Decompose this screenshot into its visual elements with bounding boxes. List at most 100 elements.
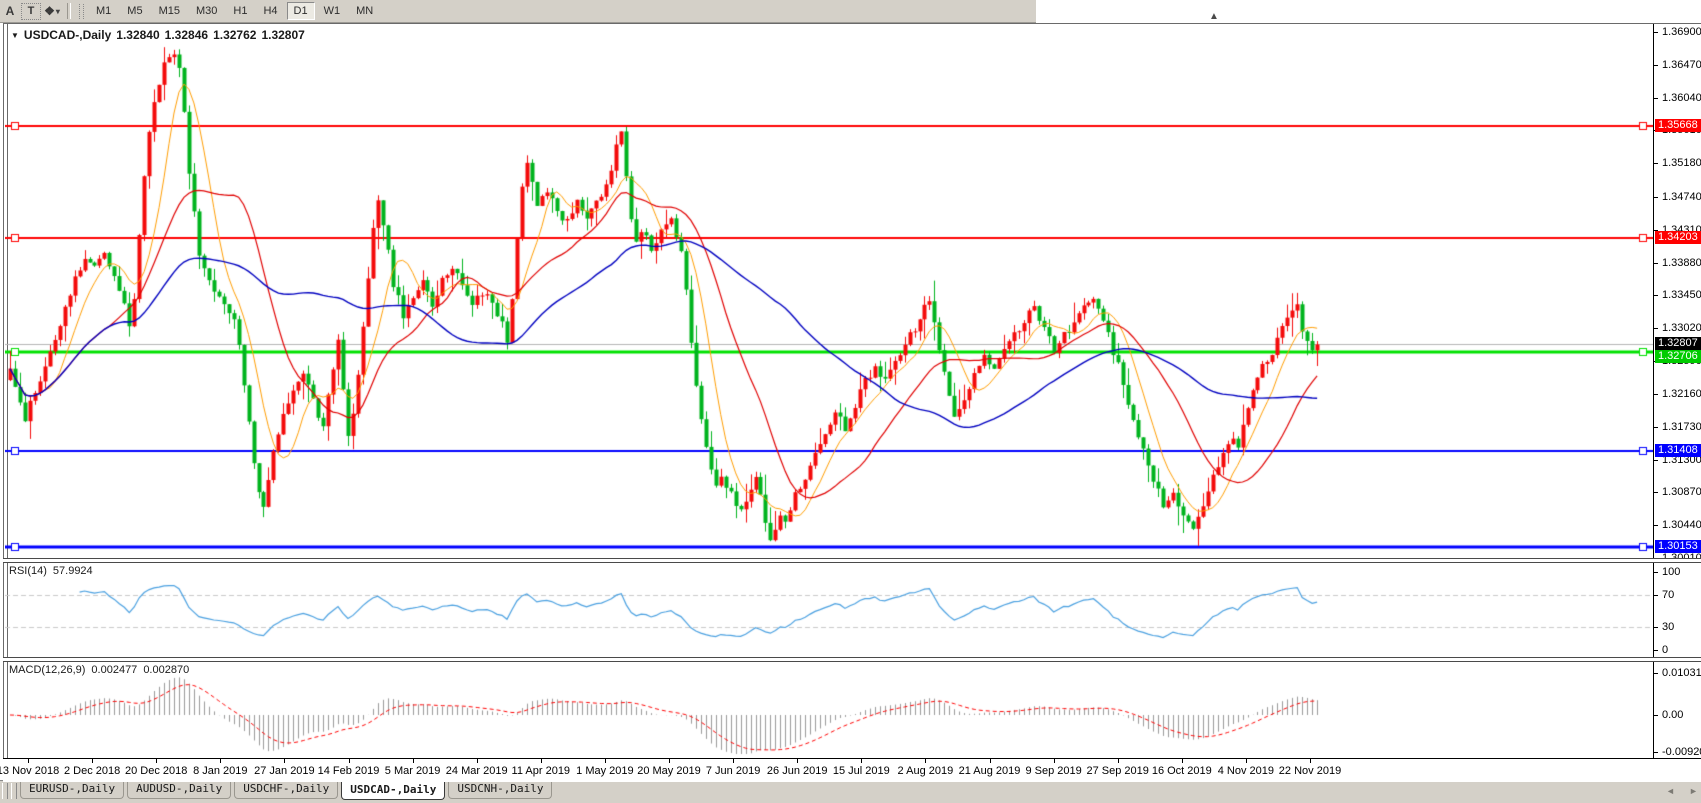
ohlc-close: 1.32807 [261,28,304,42]
chart-tab-bar: EURUSD-,DailyAUDUSD-,DailyUSDCHF-,DailyU… [0,780,1701,803]
tabs-holder: EURUSD-,DailyAUDUSD-,DailyUSDCHF-,DailyU… [20,781,555,800]
price-label-box: 1.32706 [1655,350,1701,363]
price-label-box: 1.34203 [1655,231,1701,244]
text-label-tool-button[interactable]: T [21,3,41,20]
tab-bar-grip[interactable] [2,783,8,799]
date-axis-tick [284,759,285,763]
date-axis-tick [28,759,29,763]
price-axis-label: 1.33880 [1662,257,1701,269]
price-axis-tick [1654,295,1658,296]
date-axis-label: 22 Nov 2019 [1279,765,1341,777]
rsi-value-label: 57.9924 [53,565,93,577]
date-axis-label: 16 Oct 2019 [1152,765,1212,777]
chart-shift-marker-icon[interactable]: ▲ [1209,11,1219,22]
macd-axis-tick [1654,673,1658,674]
macd-title-label: MACD(12,26,9) [9,664,85,676]
tab-scroll-right-arrow[interactable]: ► [1689,786,1698,796]
timeframe-button-w1[interactable]: W1 [317,2,348,20]
chart-tab-audusd[interactable]: AUDUSD-,Daily [127,781,231,799]
timeframe-button-mn[interactable]: MN [349,2,380,20]
pane-splitter[interactable] [3,558,1701,563]
macd-axis-tick [1654,715,1658,716]
chevron-down-icon: ▾ [56,7,60,16]
date-axis-tick [1246,759,1247,763]
price-label-box: 1.30153 [1655,540,1701,553]
timeframe-button-m15[interactable]: M15 [152,2,187,20]
date-axis-label: 8 Jan 2019 [193,765,247,777]
window-left-edge [3,24,4,781]
price-axis-tick [1654,65,1658,66]
price-axis-label: 1.34740 [1662,191,1701,203]
price-axis-label: 1.31730 [1662,421,1701,433]
macd-header: MACD(12,26,9) 0.002477 0.002870 [9,664,189,676]
price-label-box: 1.32807 [1655,337,1701,350]
ohlc-high: 1.32846 [165,28,208,42]
chart-tab-eurusd[interactable]: EURUSD-,Daily [20,781,124,799]
shapes-tool-icon: ❖ [44,4,55,18]
price-axis-tick [1654,98,1658,99]
price-axis-label: 1.36040 [1662,92,1701,104]
date-axis-tick [1182,759,1183,763]
price-axis-label: 1.30870 [1662,486,1701,498]
date-axis-tick [413,759,414,763]
rsi-axis-label: 0 [1662,644,1668,656]
macd-main-value-label: 0.002477 [91,664,137,676]
price-axis-tick [1654,197,1658,198]
chart-symbol-label: USDCAD-,Daily [24,28,111,42]
date-axis-tick [1118,759,1119,763]
shapes-tool-button[interactable]: ❖▾ [43,2,61,20]
price-axis-tick [1654,394,1658,395]
price-axis-tick [1654,427,1658,428]
price-axis-label: 1.36900 [1662,26,1701,38]
timeframe-button-h1[interactable]: H1 [226,2,254,20]
price-chart-canvas[interactable] [5,26,1653,558]
date-axis-tick [349,759,350,763]
date-axis-label: 27 Sep 2019 [1086,765,1148,777]
date-axis-label: 2 Dec 2018 [64,765,120,777]
date-axis-tick [477,759,478,763]
timeframe-button-m1[interactable]: M1 [89,2,118,20]
font-tool-button[interactable]: A [1,2,19,20]
chart-tab-usdcad[interactable]: USDCAD-,Daily [341,781,445,800]
pane-splitter[interactable] [3,657,1701,662]
rsi-axis-tick [1654,595,1658,596]
toolbar-separator [67,3,71,19]
chart-tab-usdchf[interactable]: USDCHF-,Daily [234,781,338,799]
rsi-axis-label: 70 [1662,589,1674,601]
timeframe-button-m5[interactable]: M5 [120,2,149,20]
date-axis-label: 2 Aug 2019 [898,765,954,777]
tab-scroll-left-arrow[interactable]: ◄ [1666,786,1675,796]
date-axis-tick [1310,759,1311,763]
timeframe-button-h4[interactable]: H4 [256,2,284,20]
rsi-header: RSI(14) 57.9924 [9,565,93,577]
price-axis-tick [1654,32,1658,33]
macd-indicator-canvas[interactable] [5,662,1653,757]
date-axis-label: 21 Aug 2019 [959,765,1021,777]
date-axis-tick [733,759,734,763]
toolbar-drag-handle[interactable] [79,4,84,19]
price-axis-tick [1654,525,1658,526]
date-axis-tick [797,759,798,763]
price-label-box: 1.31408 [1655,444,1701,457]
date-axis-label: 7 Jun 2019 [706,765,760,777]
chart-tab-usdcnh[interactable]: USDCNH-,Daily [448,781,552,799]
date-axis-tick [92,759,93,763]
date-axis-tick [541,759,542,763]
date-axis-tick [861,759,862,763]
price-axis-tick [1654,460,1658,461]
timeframe-button-d1[interactable]: D1 [287,2,315,20]
macd-axis-label: 0.010311 [1662,667,1701,679]
timeframe-button-m30[interactable]: M30 [189,2,224,20]
rsi-indicator-canvas[interactable] [5,563,1653,657]
date-axis-tick [925,759,926,763]
ohlc-open: 1.32840 [116,28,159,42]
tab-bar-grip[interactable] [11,783,17,799]
date-axis-label: 26 Jun 2019 [767,765,828,777]
macd-axis-label: 0.00 [1662,709,1683,721]
price-axis-label: 1.32160 [1662,388,1701,400]
rsi-axis-tick [1654,627,1658,628]
date-axis-label: 13 Nov 2018 [0,765,59,777]
price-axis-tick [1654,328,1658,329]
date-axis-label: 11 Apr 2019 [512,765,571,777]
price-axis: 1.369001.364701.360401.356101.351801.347… [1653,24,1701,758]
